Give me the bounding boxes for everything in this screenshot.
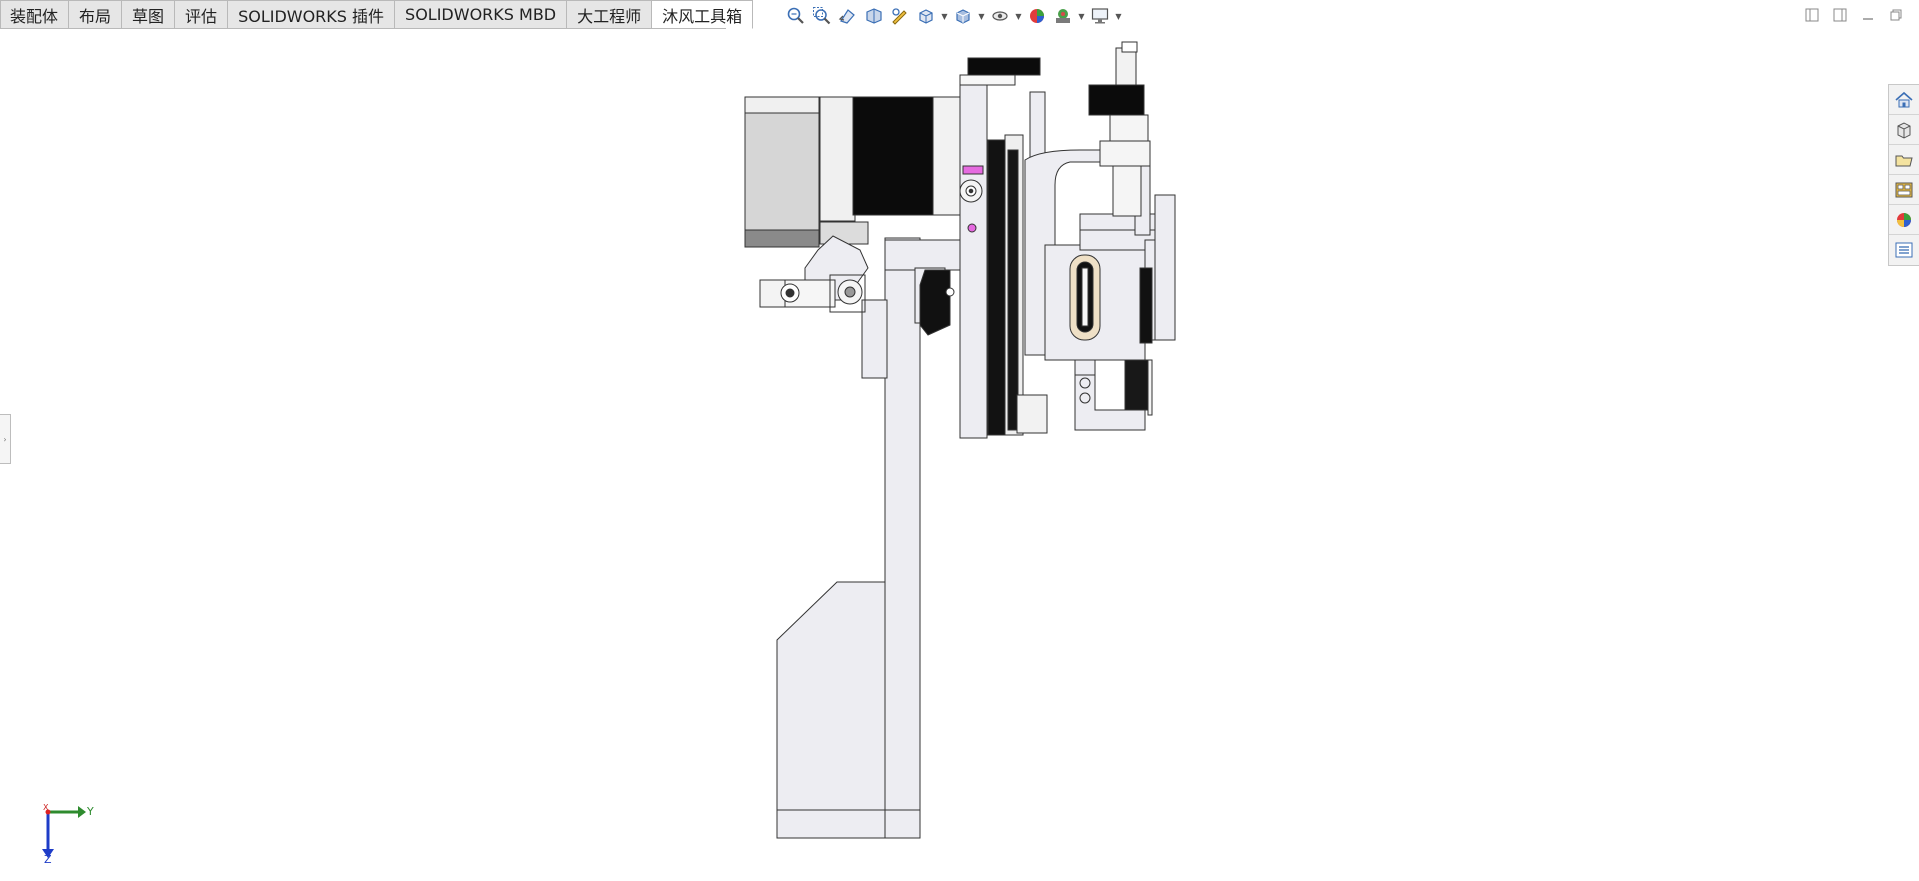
pink-marker [962,165,984,175]
base-bracket [776,581,886,839]
top-black-tab [967,57,1041,76]
main-plate [959,82,988,439]
graphics-area-model[interactable] [0,0,1919,881]
motor-black-band [852,96,934,216]
triad-z-label: Z [44,853,52,866]
motor-flange [819,96,856,222]
triad-y-label: Y [87,805,94,818]
black-corner-piece [919,269,951,336]
right-black-strip [1139,267,1153,344]
vertical-column [884,237,921,839]
bottom-spring [1124,359,1151,411]
base-block-small [861,299,888,379]
top-fitting-black [1088,84,1145,116]
motor-body [744,96,820,248]
triad-x-label: X [43,803,49,812]
